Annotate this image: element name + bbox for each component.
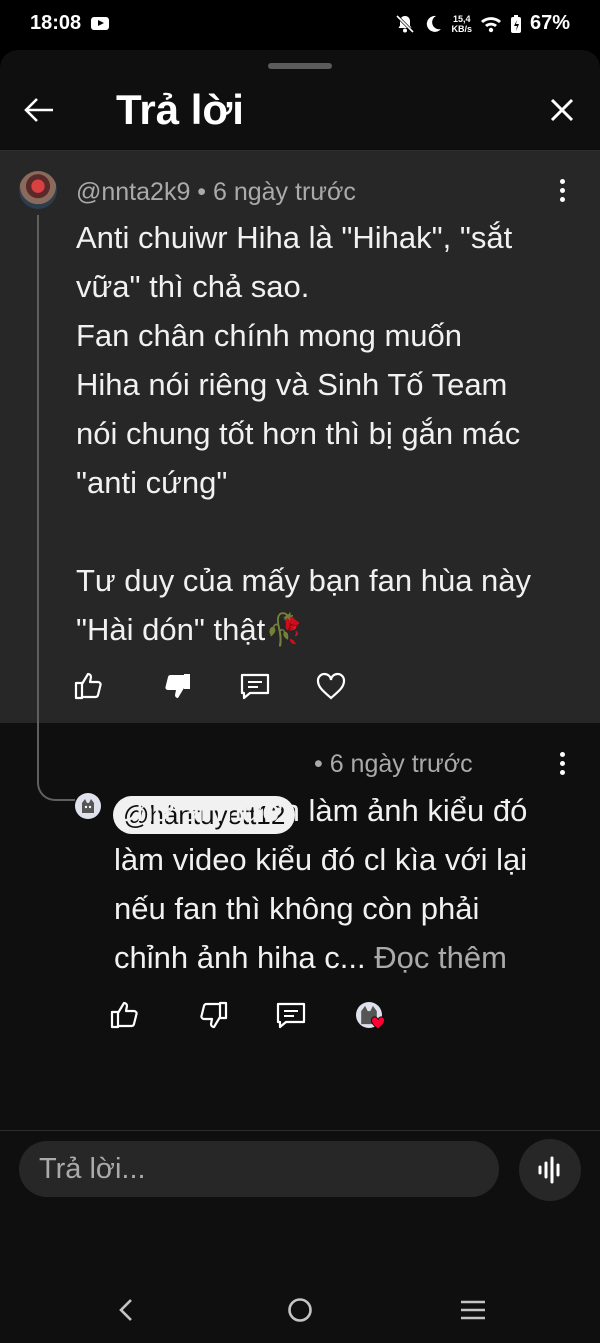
battery-level: 67% — [529, 12, 570, 34]
thumbs-down-icon — [200, 1001, 228, 1029]
thumbs-down-filled-icon — [165, 674, 190, 698]
comment-author[interactable]: @nnta2k9 — [76, 178, 190, 206]
arrow-left-icon — [24, 98, 53, 122]
wifi-icon — [480, 16, 501, 32]
dislike-button[interactable] — [196, 998, 230, 1032]
reply-time: 6 ngày trước — [329, 750, 473, 778]
sheet-header: Trả lời — [0, 76, 600, 150]
avatar[interactable] — [19, 171, 57, 209]
voice-input-button[interactable] — [519, 1139, 581, 1201]
battery-charging-icon — [510, 14, 521, 33]
heart-button[interactable] — [314, 669, 348, 703]
reply-meta: • 6 ngày trước — [314, 750, 473, 779]
page-title: Trả lời — [116, 86, 244, 133]
chevron-left-icon — [119, 1299, 132, 1321]
status-icons: 15,4 KB/s 67% — [395, 12, 570, 35]
thumbs-up-icon — [110, 1001, 138, 1029]
notifications-muted-icon — [396, 14, 415, 33]
like-button[interactable] — [72, 669, 106, 703]
thread-line — [37, 215, 39, 735]
read-more-link[interactable]: Đọc thêm — [374, 940, 507, 975]
like-button[interactable] — [108, 998, 142, 1032]
back-button[interactable] — [20, 90, 60, 130]
avatar[interactable] — [75, 793, 101, 819]
parent-comment: @nnta2k9 • 6 ngày trước Anti chuiwr Hiha… — [0, 151, 600, 735]
reply-button[interactable] — [274, 998, 308, 1032]
cat-avatar-icon — [82, 799, 94, 813]
home-circle-icon — [288, 1298, 312, 1322]
drag-handle[interactable] — [268, 63, 332, 69]
do-not-disturb-moon-icon — [427, 15, 442, 32]
heart-icon — [370, 1015, 386, 1031]
more-options-button[interactable] — [552, 748, 572, 784]
comment-meta: @nnta2k9 • 6 ngày trước — [76, 178, 356, 207]
thread-connector — [37, 723, 75, 801]
network-speed-unit: KB/s — [451, 23, 472, 34]
status-time: 18:08 — [30, 12, 82, 34]
reply-text: Chứ ai mượn làm ảnh kiểu đó làm video ki… — [114, 786, 584, 982]
voice-waveform-icon — [538, 1156, 560, 1184]
nav-home-button[interactable] — [280, 1290, 320, 1330]
thumbs-up-icon — [74, 672, 102, 700]
close-icon — [550, 98, 574, 122]
meta-separator: • — [197, 178, 213, 206]
input-divider — [0, 1130, 600, 1131]
menu-lines-icon — [461, 1300, 485, 1320]
replies-sheet: Trả lời @nnta2k9 • 6 ngày trước Anti chu… — [0, 50, 600, 1343]
comment-icon — [240, 673, 270, 700]
reply-button[interactable] — [238, 669, 272, 703]
meta-separator: • — [314, 750, 330, 778]
network-speed: 15,4 KB/s — [451, 14, 472, 34]
nav-back-button[interactable] — [106, 1290, 146, 1330]
status-bar: 18:08 15,4 KB/s 67% — [0, 0, 600, 50]
close-button[interactable] — [542, 90, 582, 130]
nav-recents-button[interactable] — [453, 1290, 493, 1330]
network-speed-value: 15,4 — [452, 13, 471, 24]
comment-icon — [276, 1002, 306, 1029]
reply-input[interactable] — [19, 1141, 499, 1197]
system-nav-bar — [0, 1280, 600, 1343]
comment-text: Anti chuiwr Hiha là "Hihak", "sắt vữa" t… — [76, 220, 532, 647]
more-options-button[interactable] — [552, 175, 572, 211]
dislike-button[interactable] — [160, 669, 194, 703]
heart-outline-icon — [316, 672, 346, 700]
comment-time: 6 ngày trước — [213, 178, 356, 206]
youtube-notification-icon — [91, 17, 109, 30]
